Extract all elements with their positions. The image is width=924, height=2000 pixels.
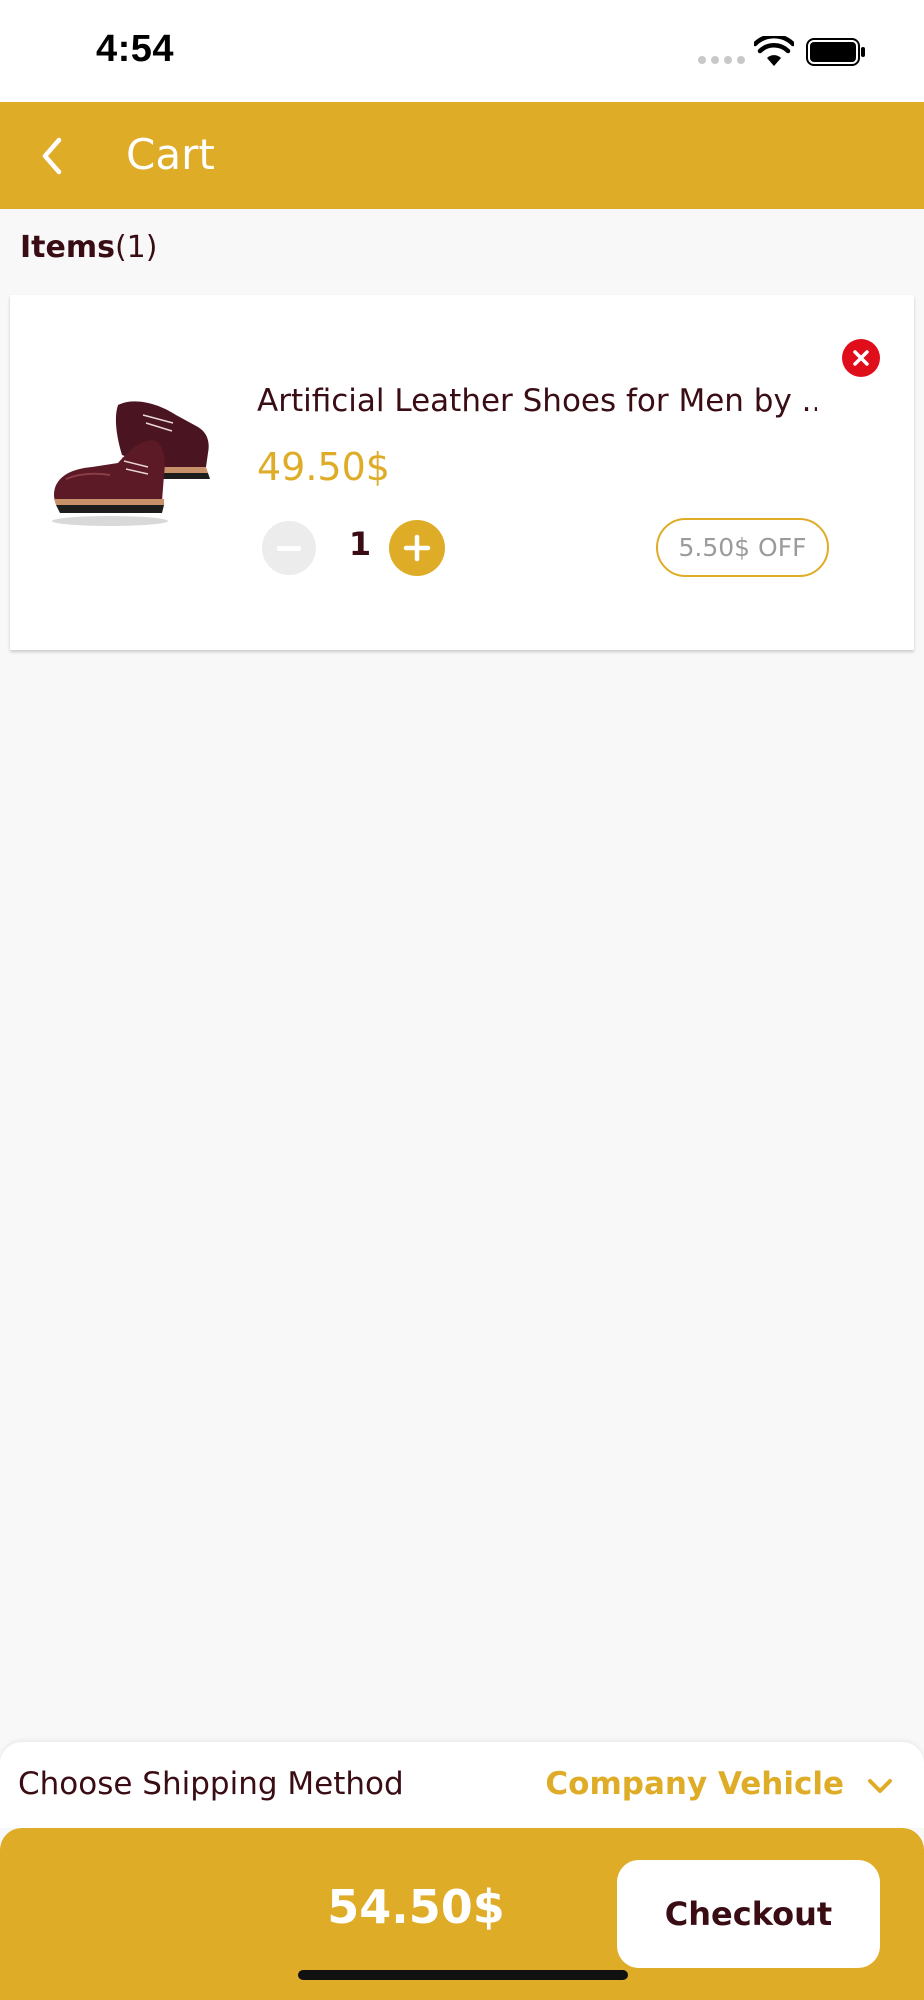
chevron-left-icon <box>42 137 62 175</box>
app-bar: Cart <box>0 102 924 209</box>
cart-item-card: Artificial Leather Shoes for Men by ... … <box>10 295 914 650</box>
shipping-method-value[interactable]: Company Vehicle <box>545 1766 844 1802</box>
home-indicator[interactable] <box>298 1970 628 1980</box>
product-image <box>52 401 210 526</box>
page-title: Cart <box>126 130 215 179</box>
status-bar: 4:54 <box>0 0 924 102</box>
wifi-icon <box>754 36 794 66</box>
plus-icon <box>403 534 431 562</box>
cellular-signal-icon <box>698 56 745 64</box>
close-icon <box>853 350 869 366</box>
shipping-method-selector[interactable]: Choose Shipping Method Company Vehicle <box>0 1742 924 1828</box>
total-price: 54.50$ <box>327 1880 505 1934</box>
shipping-method-label: Choose Shipping Method <box>18 1766 404 1802</box>
battery-icon <box>806 38 865 66</box>
discount-badge: 5.50$ OFF <box>656 518 829 577</box>
product-price: 49.50$ <box>257 445 390 489</box>
increase-quantity-button[interactable] <box>389 520 445 576</box>
minus-icon <box>277 545 301 551</box>
items-count: (1) <box>114 230 158 265</box>
chevron-down-icon[interactable] <box>866 1772 894 1800</box>
status-time: 4:54 <box>96 28 175 70</box>
checkout-button[interactable]: Checkout <box>617 1860 880 1968</box>
back-button[interactable] <box>20 124 84 188</box>
remove-item-button[interactable] <box>842 339 880 377</box>
quantity-value: 1 <box>348 525 372 563</box>
items-header: Items(1) <box>20 230 157 265</box>
decrease-quantity-button[interactable] <box>262 521 316 575</box>
product-name[interactable]: Artificial Leather Shoes for Men by ... <box>257 383 817 419</box>
items-label: Items <box>20 230 115 265</box>
